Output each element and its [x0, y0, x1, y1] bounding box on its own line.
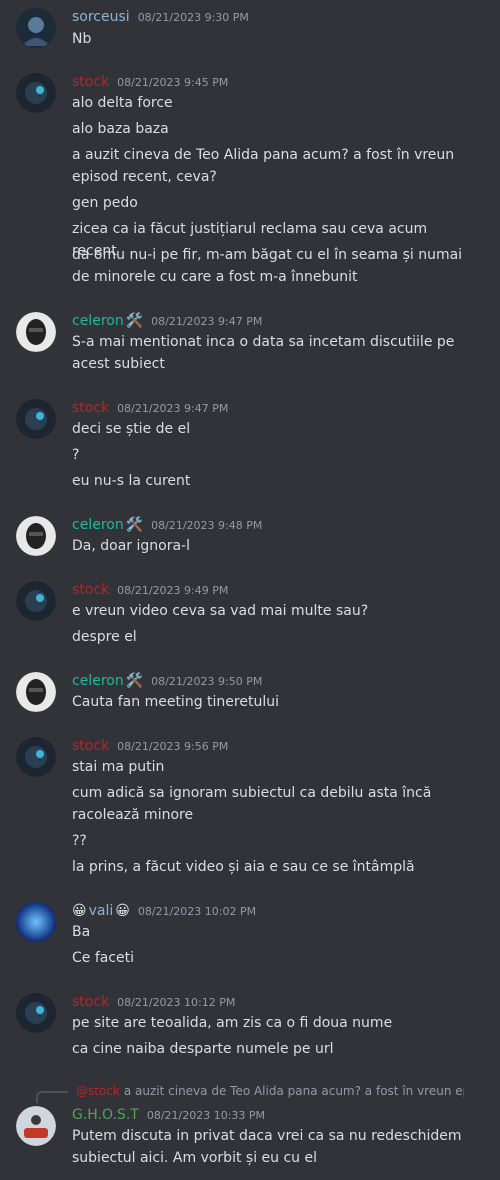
reply-reference[interactable]: @stock a auzit cineva de Teo Alida pana … [72, 1082, 464, 1100]
message-line: gen pedo [72, 195, 138, 211]
message-line: ? [72, 447, 80, 463]
message-line: alo delta force [72, 95, 173, 111]
message-line: acest subiect [72, 356, 165, 372]
message-line: a auzit cineva de Teo Alida pana acum? a… [72, 147, 455, 163]
message-line: da omu nu-i pe fir, m-am băgat cu el în … [72, 247, 463, 263]
message-line: Ce faceti [72, 950, 135, 966]
message-line: stai ma putin [72, 759, 165, 775]
reply-preview: a auzit cineva de Teo Alida pana acum? a… [123, 1084, 464, 1098]
timestamp: 08/21/2023 9:49 PM [117, 583, 229, 597]
username[interactable]: stock [72, 582, 109, 598]
message-line: de minorele cu care a fost m-a înnebunit [72, 269, 358, 285]
reply-username[interactable]: @stock [76, 1084, 120, 1098]
message-line: cum adică sa ignoram subiectul ca debilu… [72, 785, 432, 801]
timestamp: 08/21/2023 10:12 PM [117, 995, 236, 1009]
message-line: racolează minore [72, 807, 194, 823]
hammer-wrench-icon: 🛠️ [125, 673, 144, 689]
message-line: Putem discuta in privat daca vrei ca sa … [72, 1128, 462, 1144]
username[interactable]: celeron [72, 313, 124, 329]
avatar-vali[interactable] [16, 902, 56, 942]
avatar-stock[interactable] [16, 581, 56, 621]
username[interactable]: sorceusi [72, 9, 130, 25]
timestamp: 08/21/2023 9:56 PM [117, 739, 229, 753]
avatar-celeron[interactable] [16, 672, 56, 712]
message-line: ca cine naiba desparte numele pe url [72, 1041, 334, 1057]
message-line: episod recent, ceva? [72, 169, 217, 185]
message-line: la prins, a făcut video și aia e sau ce … [72, 859, 415, 875]
username[interactable]: stock [72, 738, 109, 754]
message-line: pe site are teoalida, am zis ca o fi dou… [72, 1015, 393, 1031]
hammer-wrench-icon: 🛠️ [125, 517, 144, 533]
message-line: eu nu-s la curent [72, 473, 191, 489]
timestamp: 08/21/2023 10:02 PM [137, 904, 257, 918]
timestamp: 08/21/2023 9:47 PM [117, 401, 229, 415]
timestamp: 08/21/2023 9:30 PM [137, 10, 249, 24]
timestamp: 08/21/2023 10:33 PM [146, 1108, 266, 1122]
message-line: despre el [72, 629, 137, 645]
username[interactable]: vali [89, 903, 114, 919]
timestamp: 08/21/2023 9:50 PM [151, 674, 263, 688]
username[interactable]: stock [72, 994, 109, 1010]
avatar-sorceusi[interactable] [16, 8, 56, 48]
message-line: subiectul aici. Am vorbit și eu cu el [72, 1150, 317, 1166]
avatar-stock[interactable] [16, 993, 56, 1033]
timestamp: 08/21/2023 9:45 PM [117, 75, 229, 89]
grinning-face-icon: 😀 [72, 903, 87, 919]
avatar-stock[interactable] [16, 399, 56, 439]
message-line: e vreun video ceva sa vad mai multe sau? [72, 603, 369, 619]
timestamp: 08/21/2023 9:47 PM [151, 314, 263, 328]
username[interactable]: stock [72, 74, 109, 90]
reply-spine [36, 1091, 68, 1103]
avatar-ghost[interactable] [16, 1106, 56, 1146]
avatar-celeron[interactable] [16, 312, 56, 352]
username[interactable]: G.H.O.S.T [72, 1107, 139, 1123]
avatar-celeron[interactable] [16, 516, 56, 556]
username[interactable]: celeron [72, 517, 124, 533]
avatar-stock[interactable] [16, 737, 56, 777]
timestamp: 08/21/2023 9:48 PM [151, 518, 263, 532]
message-line: S-a mai mentionat inca o data sa incetam… [72, 334, 455, 350]
username[interactable]: celeron [72, 673, 124, 689]
message-line: Da, doar ignora-l [72, 538, 190, 554]
message-line: ?? [72, 833, 87, 849]
message-line: Cauta fan meeting tineretului [72, 694, 279, 710]
message-line: deci se știe de el [72, 421, 191, 437]
avatar-stock[interactable] [16, 73, 56, 113]
hammer-wrench-icon: 🛠️ [125, 313, 144, 329]
username[interactable]: stock [72, 400, 109, 416]
message-line: Ba [72, 924, 91, 940]
message-line: Nb [72, 31, 92, 47]
message-line: alo baza baza [72, 121, 169, 137]
grinning-face-icon: 😀 [115, 903, 130, 919]
